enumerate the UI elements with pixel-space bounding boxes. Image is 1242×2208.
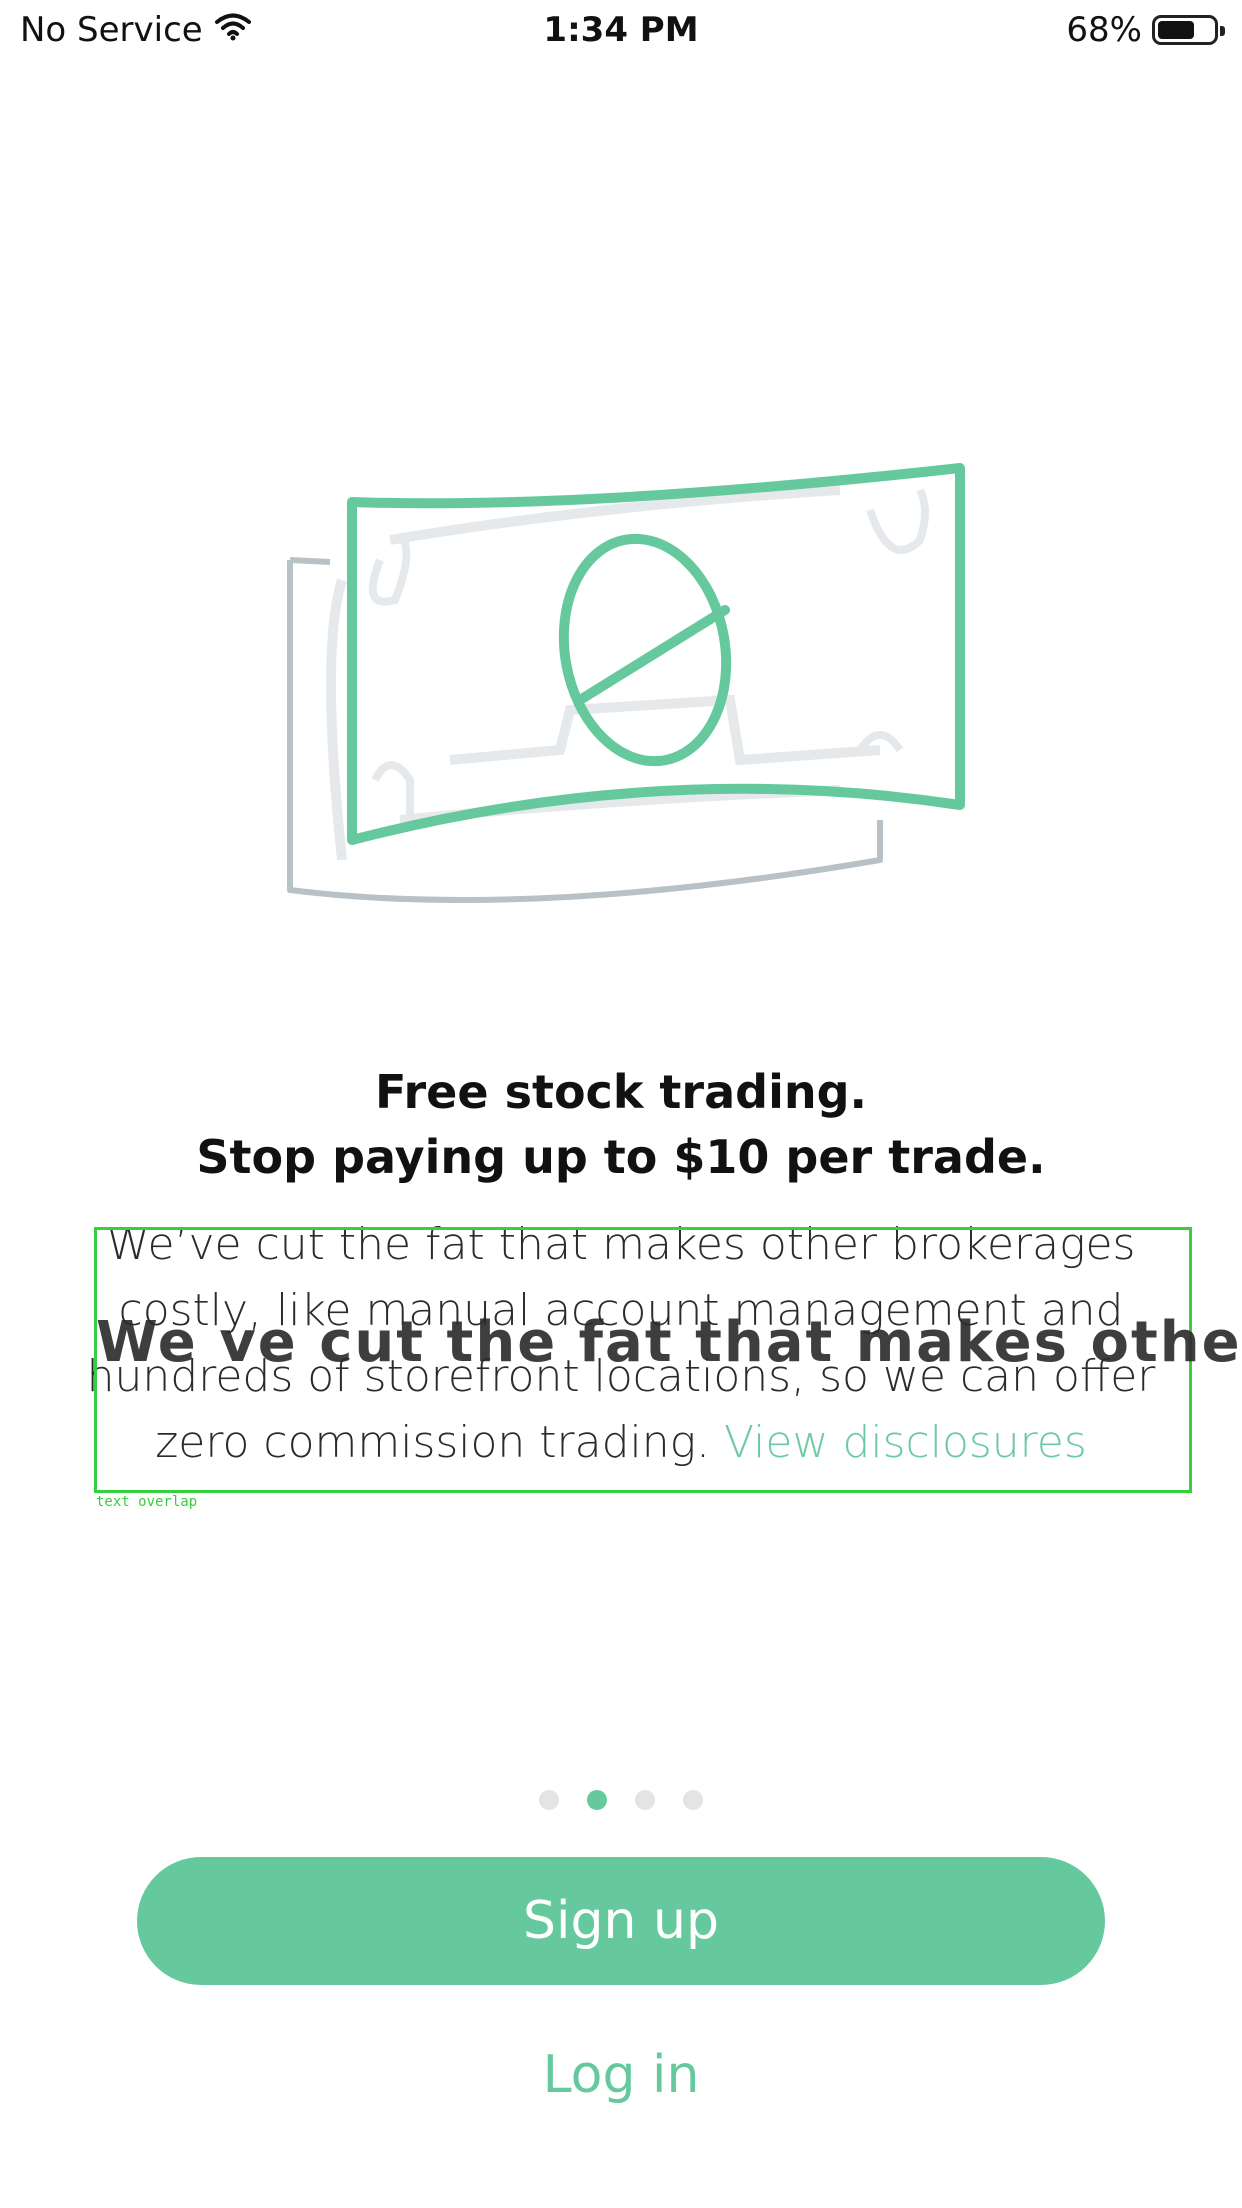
headline-line-2: Stop paying up to $10 per trade.: [196, 1130, 1046, 1184]
page-indicator[interactable]: [0, 1790, 1242, 1810]
signup-button[interactable]: Sign up: [137, 1857, 1105, 1985]
page-dot-active[interactable]: [587, 1790, 607, 1810]
status-bar: No Service 1:34 PM 68%: [0, 0, 1242, 64]
page-dot[interactable]: [539, 1790, 559, 1810]
status-time: 1:34 PM: [543, 10, 699, 50]
page-dot[interactable]: [683, 1790, 703, 1810]
battery-fill: [1158, 21, 1194, 39]
dollar-bill-illustration: [280, 450, 980, 920]
login-button[interactable]: Log in: [0, 2045, 1242, 2105]
headline-line-1: Free stock trading.: [375, 1065, 867, 1119]
battery-icon: [1152, 15, 1225, 45]
battery-percent: 68%: [1066, 10, 1142, 50]
text-overlap-label: text overlap: [96, 1494, 198, 1510]
status-right: 68%: [1066, 10, 1225, 50]
page-dot[interactable]: [635, 1790, 655, 1810]
overlapping-text: We ve cut the fat that makes other b: [96, 1310, 1242, 1375]
